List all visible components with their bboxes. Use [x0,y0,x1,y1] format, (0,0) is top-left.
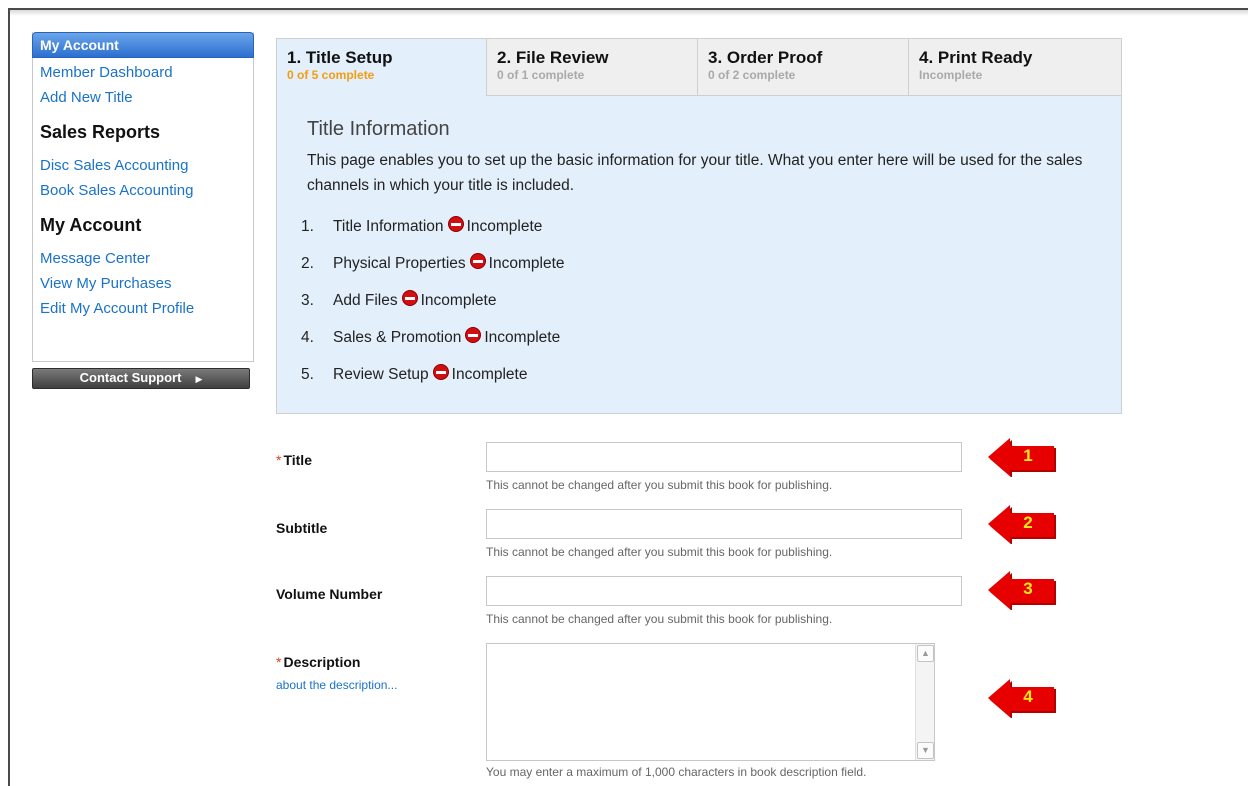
sidebar-link-message-center[interactable]: Message Center [33,246,253,271]
subtitle-label: Subtitle [276,520,328,536]
step-item: 5. Review Setup Incomplete [301,364,565,401]
title-label: * Title [276,452,312,468]
tab-title: 3. Order Proof [708,48,823,67]
step-number: 3. [301,292,314,309]
step-number: 1. [301,218,314,235]
step-label: Title Information [333,218,444,235]
step-status: Incomplete [488,255,565,272]
step-label: Physical Properties [333,255,466,272]
step-number: 2. [301,255,314,272]
setup-steps-list: 1. Title Information Incomplete 2. Physi… [301,216,565,401]
description-label-text: Description [283,654,361,670]
sidebar-link-member-dashboard[interactable]: Member Dashboard [33,60,253,85]
sidebar-top-links: Member Dashboard Add New Title [33,60,253,110]
step-number: 4. [301,329,314,346]
stop-icon [469,253,486,269]
stop-icon [465,327,482,343]
callout-number: 3 [1023,579,1033,598]
panel-title: Title Information [307,118,450,140]
title-hint: This cannot be changed after you submit … [486,478,833,492]
play-arrow-icon: ▶ [195,374,203,384]
description-textarea[interactable]: ▲ ▼ [486,643,935,761]
step-item: 4. Sales & Promotion Incomplete [301,327,565,364]
contact-support-button[interactable]: Contact Support ▶ [32,368,250,389]
panel-description: This page enables you to set up the basi… [307,152,1083,194]
required-mark: * [276,452,282,468]
volume-number-label: Volume Number [276,586,383,602]
contact-support-label: Contact Support [79,370,182,385]
step-item: 2. Physical Properties Incomplete [301,253,565,290]
step-label: Review Setup [333,366,429,383]
sidebar-header: My Account [32,32,254,58]
sidebar-link-edit-my-account-profile[interactable]: Edit My Account Profile [33,296,253,321]
tab-title: 1. Title Setup [287,48,393,67]
tab-print-ready[interactable]: 4. Print Ready Incomplete [909,38,1122,96]
tab-order-proof[interactable]: 3. Order Proof 0 of 2 complete [698,38,909,96]
window-frame-left [8,8,10,786]
title-input[interactable] [486,442,962,472]
tab-file-review[interactable]: 2. File Review 0 of 1 complete [487,38,698,96]
title-label-text: Title [283,452,312,468]
volume-number-input[interactable] [486,576,962,606]
callout-arrow-1: 1 [988,437,1058,477]
step-number: 5. [301,366,314,383]
step-label: Add Files [333,292,398,309]
setup-tabs: 1. Title Setup 0 of 5 complete 2. File R… [276,38,1122,96]
sidebar-section-my-account: My Account [40,215,142,235]
tab-progress: 0 of 1 complete [497,68,585,82]
callout-number: 1 [1023,446,1033,465]
subtitle-hint: This cannot be changed after you submit … [486,545,833,559]
step-status: Incomplete [451,366,528,383]
description-hint: You may enter a maximum of 1,000 charact… [486,765,867,779]
step-item: 1. Title Information Incomplete [301,216,565,253]
title-information-panel: Title Information This page enables you … [276,96,1122,414]
about-description-link[interactable]: about the description... [276,678,397,692]
scroll-up-icon[interactable]: ▲ [917,645,934,662]
callout-arrow-2: 2 [988,504,1058,544]
scroll-down-icon[interactable]: ▼ [917,742,934,759]
description-label: * Description [276,654,360,670]
sidebar-link-disc-sales-accounting[interactable]: Disc Sales Accounting [33,153,253,178]
description-scrollbar[interactable]: ▲ ▼ [915,644,934,760]
callout-arrow-3: 3 [988,570,1058,610]
step-status: Incomplete [420,292,497,309]
window-frame-shadow [10,10,1248,16]
tab-progress: 0 of 5 complete [287,68,375,82]
subtitle-input[interactable] [486,509,962,539]
callout-number: 2 [1023,513,1033,532]
sidebar-section-sales-reports: Sales Reports [40,122,161,142]
tab-title-setup[interactable]: 1. Title Setup 0 of 5 complete [276,38,487,96]
sidebar-link-add-new-title[interactable]: Add New Title [33,85,253,110]
tab-progress: 0 of 2 complete [708,68,796,82]
tab-title: 4. Print Ready [919,48,1033,67]
callout-arrow-4: 4 [988,678,1058,718]
step-label: Sales & Promotion [333,329,462,346]
step-status: Incomplete [484,329,561,346]
volume-number-hint: This cannot be changed after you submit … [486,612,833,626]
tab-progress: Incomplete [919,68,983,82]
stop-icon [432,364,449,380]
stop-icon [401,290,418,306]
sidebar-link-book-sales-accounting[interactable]: Book Sales Accounting [33,178,253,203]
tab-title: 2. File Review [497,48,609,67]
step-status: Incomplete [466,218,543,235]
sidebar-link-view-my-purchases[interactable]: View My Purchases [33,271,253,296]
stop-icon [447,216,464,232]
step-item: 3. Add Files Incomplete [301,290,565,327]
required-mark: * [276,654,282,670]
callout-number: 4 [1023,687,1033,706]
sidebar: My Account Member Dashboard Add New Titl… [32,32,254,362]
